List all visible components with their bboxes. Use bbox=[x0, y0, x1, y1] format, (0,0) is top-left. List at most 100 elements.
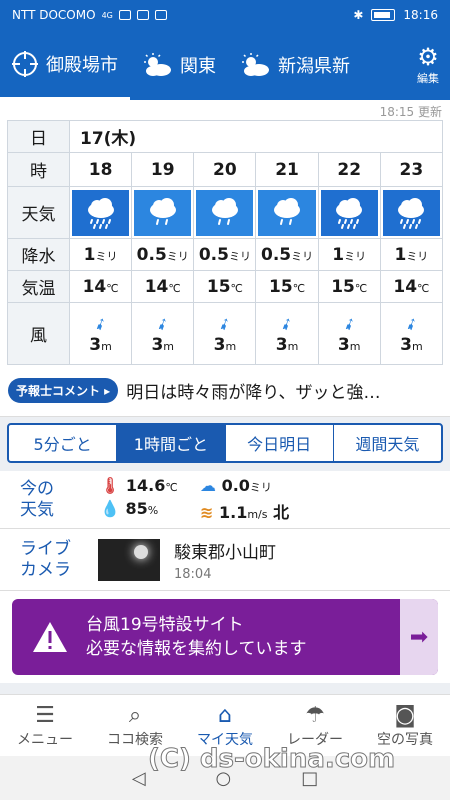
location-label: 新潟県新 bbox=[278, 56, 350, 77]
heavy-rain-icon bbox=[87, 197, 114, 229]
rain-icon bbox=[274, 197, 301, 225]
tab-5min[interactable]: 5分ごと bbox=[9, 425, 118, 461]
network-label: 4G bbox=[101, 10, 113, 20]
banner-line1: 台風19号特設サイト bbox=[86, 615, 244, 635]
current-wind: ≋ 1.1m/s 北 bbox=[200, 503, 290, 522]
location-tabs: 御殿場市 関東 新潟県新 ⚙ 編集 bbox=[0, 30, 450, 100]
location-tab-gotemba[interactable]: 御殿場市 bbox=[0, 30, 130, 100]
live-camera-place: 駿東郡小山町 bbox=[174, 542, 276, 563]
precip-cell: 0.5ミリ bbox=[193, 238, 257, 271]
weather-box bbox=[134, 189, 192, 236]
weather-cell bbox=[255, 186, 319, 239]
live-camera-thumbnail[interactable] bbox=[98, 538, 160, 581]
temp-cell: 14℃ bbox=[68, 270, 133, 303]
row-header-temp: 気温 bbox=[7, 270, 70, 303]
weather-cell bbox=[317, 186, 381, 239]
precip-cell: 1ミリ bbox=[68, 238, 133, 271]
temp-cell: 15℃ bbox=[193, 270, 257, 303]
hour-cell: 23 bbox=[379, 152, 444, 187]
wind-icon: ≋ bbox=[200, 503, 214, 522]
battery-icon bbox=[371, 9, 396, 21]
hour-cell: 21 bbox=[255, 152, 319, 187]
forecast-card: 18:15 更新 日 17(木) 時 18 19 20 21 22 23 天気 … bbox=[0, 100, 450, 417]
nav-menu[interactable]: ☰ メニュー bbox=[0, 695, 90, 756]
day-value: 17(木) bbox=[69, 120, 443, 153]
hourly-forecast-table: 日 17(木) 時 18 19 20 21 22 23 天気 降水 1ミリ 0.… bbox=[7, 120, 444, 365]
watermark: (C) ds-okina.com bbox=[147, 744, 396, 775]
tab-today-tomorrow[interactable]: 今日明日 bbox=[226, 425, 334, 461]
weather-box bbox=[320, 189, 378, 236]
temp-cell: 15℃ bbox=[255, 270, 319, 303]
carrier-label: NTT DOCOMO bbox=[12, 8, 96, 22]
live-camera[interactable]: ライブ カメラ 駿東郡小山町 18:04 bbox=[0, 529, 450, 591]
home-icon: ⌂ bbox=[218, 702, 232, 728]
gear-icon: ⚙ bbox=[417, 43, 439, 71]
rain-icon bbox=[149, 197, 176, 225]
weather-cell bbox=[379, 186, 444, 239]
temp-cell: 15℃ bbox=[317, 270, 381, 303]
hour-cell: 22 bbox=[317, 152, 381, 187]
current-weather-values: 🌡 14.6℃ ☁ 0.0ミリ 💧 85% ≋ 1.1m/s 北 bbox=[100, 476, 320, 523]
row-header-wind: 風 bbox=[7, 302, 70, 365]
rain-icon bbox=[211, 197, 238, 225]
signal-icon bbox=[118, 10, 131, 20]
temp-cell: 14℃ bbox=[131, 270, 195, 303]
camera-icon: ◙ bbox=[394, 702, 416, 728]
warning-icon bbox=[33, 622, 67, 652]
sun-cloud-icon bbox=[242, 53, 269, 76]
app-notification-icon bbox=[154, 10, 167, 20]
heavy-rain-icon bbox=[336, 197, 363, 229]
hour-cell: 20 bbox=[193, 152, 257, 187]
forecaster-comment-badge: 予報士コメント ▸ bbox=[8, 378, 119, 403]
thermometer-icon: 🌡 bbox=[100, 476, 121, 495]
precip-cell: 0.5ミリ bbox=[131, 238, 195, 271]
search-icon: ⌕ bbox=[128, 702, 142, 728]
menu-icon: ☰ bbox=[35, 702, 55, 728]
precip-cell: 0.5ミリ bbox=[255, 238, 319, 271]
wind-cell: ➹ 3m bbox=[255, 302, 319, 365]
humidity-drop-icon: 💧 bbox=[100, 499, 120, 518]
rain-cloud-icon: ☁ bbox=[200, 476, 216, 495]
forecaster-comment-text: 明日は時々雨が降り、ザッと強… bbox=[126, 383, 381, 403]
live-camera-label: ライブ カメラ bbox=[20, 538, 71, 580]
settings-label: 編集 bbox=[417, 72, 439, 85]
temp-cell: 14℃ bbox=[379, 270, 444, 303]
clock: 18:16 bbox=[403, 8, 438, 22]
weather-box bbox=[382, 189, 440, 236]
forecaster-comment[interactable]: 予報士コメント ▸ 明日は時々雨が降り、ザッと強… bbox=[0, 365, 450, 417]
current-precip: ☁ 0.0ミリ bbox=[200, 476, 272, 495]
current-temp: 🌡 14.6℃ bbox=[100, 476, 178, 495]
bluetooth-icon: ✱ bbox=[353, 8, 364, 22]
live-camera-time: 18:04 bbox=[174, 566, 212, 582]
wind-cell: ➹ 3m bbox=[379, 302, 444, 365]
back-button[interactable]: ◁ bbox=[132, 768, 146, 789]
arrow-right-icon[interactable]: ➡ bbox=[400, 599, 438, 675]
weather-box bbox=[196, 189, 254, 236]
row-header-precip: 降水 bbox=[7, 238, 70, 271]
umbrella-icon: ☂ bbox=[305, 702, 325, 728]
hour-cell: 18 bbox=[68, 152, 133, 187]
wind-cell: ➹ 3m bbox=[131, 302, 195, 365]
weather-box bbox=[258, 189, 316, 236]
current-weather-label: 今の 天気 bbox=[20, 478, 54, 520]
row-header-day: 日 bbox=[7, 120, 70, 153]
tab-weekly[interactable]: 週間天気 bbox=[334, 425, 441, 461]
updated-time: 18:15 更新 bbox=[0, 100, 450, 120]
current-humidity: 💧 85% bbox=[100, 499, 159, 518]
wind-cell: ➹ 3m bbox=[317, 302, 381, 365]
location-tab-niigata[interactable]: 新潟県新 bbox=[228, 30, 362, 100]
precip-cell: 1ミリ bbox=[379, 238, 444, 271]
location-label: 御殿場市 bbox=[46, 54, 118, 76]
current-weather[interactable]: 今の 天気 🌡 14.6℃ ☁ 0.0ミリ 💧 85% ≋ 1.1m/s 北 bbox=[0, 471, 450, 529]
settings-button[interactable]: ⚙ 編集 bbox=[406, 30, 450, 100]
typhoon-banner[interactable]: 台風19号特設サイト 必要な情報を集約しています ➡ bbox=[12, 599, 438, 675]
typhoon-banner-container: 台風19号特設サイト 必要な情報を集約しています ➡ bbox=[0, 591, 450, 683]
weather-cell bbox=[131, 186, 195, 239]
row-header-weather: 天気 bbox=[7, 186, 70, 239]
tab-hourly[interactable]: 1時間ごと bbox=[117, 425, 226, 461]
wind-cell: ➹ 3m bbox=[193, 302, 257, 365]
target-icon bbox=[12, 50, 38, 77]
weather-cell bbox=[68, 186, 133, 239]
row-header-hour: 時 bbox=[7, 152, 70, 187]
location-tab-kanto[interactable]: 関東 bbox=[130, 30, 228, 100]
